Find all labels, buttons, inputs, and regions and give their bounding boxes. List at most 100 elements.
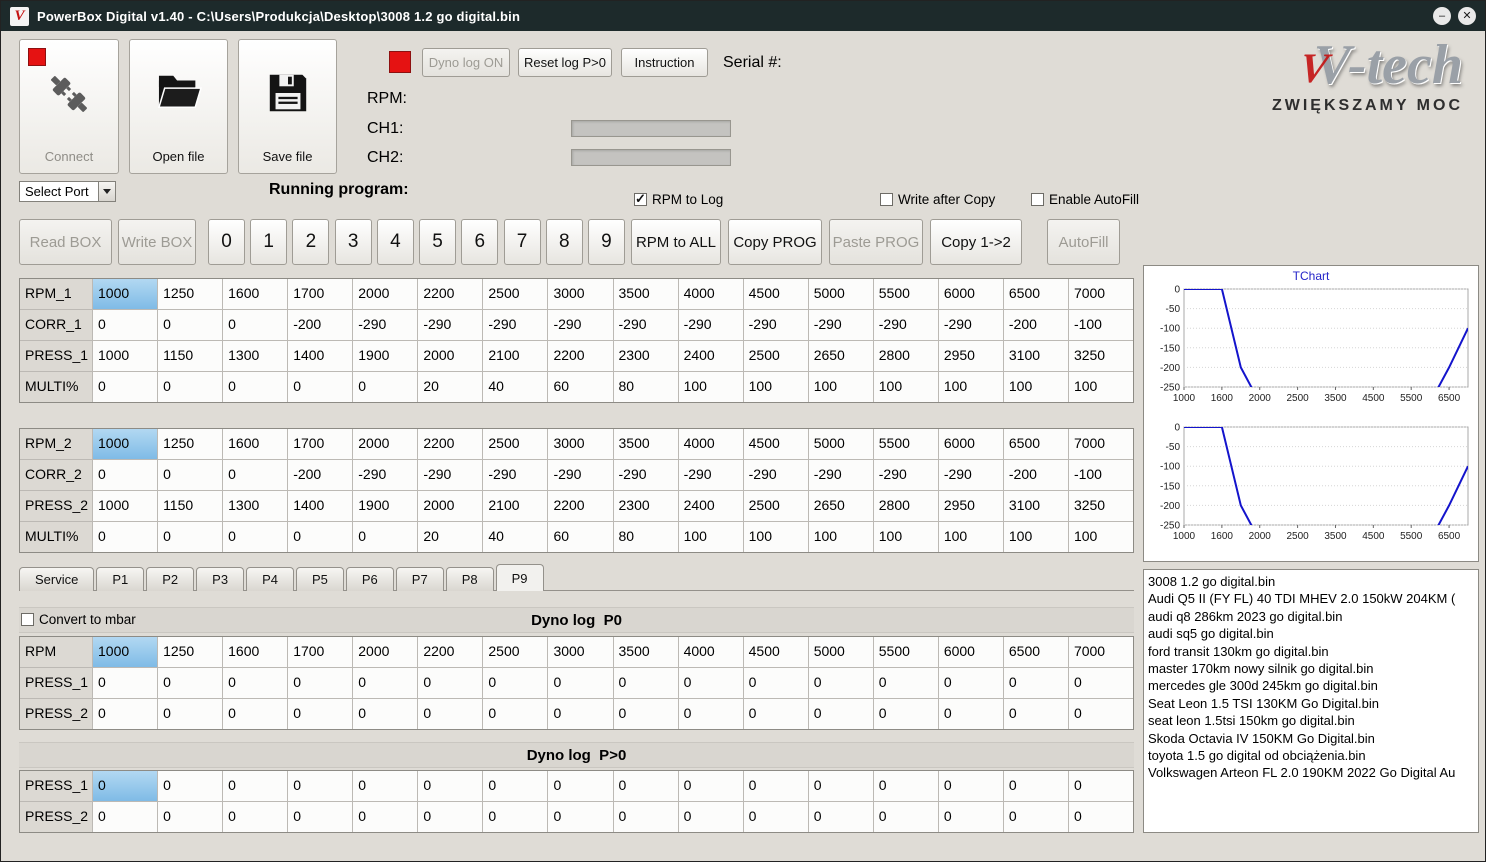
table-cell[interactable]: 100 bbox=[808, 372, 873, 402]
table-cell[interactable]: -290 bbox=[808, 310, 873, 340]
table-cell[interactable]: 3000 bbox=[548, 279, 613, 309]
table-cell[interactable]: -290 bbox=[483, 460, 548, 490]
table-cell[interactable]: 0 bbox=[93, 699, 158, 729]
table-cell[interactable]: 0 bbox=[353, 802, 418, 832]
table-cell[interactable]: 0 bbox=[678, 699, 743, 729]
table-cell[interactable]: 2300 bbox=[613, 341, 678, 371]
table-cell[interactable]: 0 bbox=[418, 771, 483, 801]
table-cell[interactable]: 0 bbox=[223, 771, 288, 801]
file-item[interactable]: ford transit 130km go digital.bin bbox=[1148, 643, 1474, 660]
table-cell[interactable]: 0 bbox=[158, 372, 223, 402]
table-cell[interactable]: 40 bbox=[483, 372, 548, 402]
table-cell[interactable]: 100 bbox=[938, 522, 1003, 552]
table-cell[interactable]: 4000 bbox=[678, 279, 743, 309]
digit-button-7[interactable]: 7 bbox=[503, 219, 541, 265]
table-cell[interactable]: 0 bbox=[548, 699, 613, 729]
table-cell[interactable]: 0 bbox=[418, 699, 483, 729]
table-cell[interactable]: 1600 bbox=[223, 429, 288, 459]
table-cell[interactable]: 2400 bbox=[678, 341, 743, 371]
table-cell[interactable]: 0 bbox=[808, 802, 873, 832]
copy-1-to-2-button[interactable]: Copy 1->2 bbox=[930, 219, 1022, 265]
instruction-button[interactable]: Instruction bbox=[621, 48, 708, 77]
table-cell[interactable]: 0 bbox=[1003, 771, 1068, 801]
table-cell[interactable]: -290 bbox=[613, 310, 678, 340]
table-cell[interactable]: 0 bbox=[288, 802, 353, 832]
table-cell[interactable]: 0 bbox=[93, 372, 158, 402]
table-cell[interactable]: 1000 bbox=[93, 429, 158, 459]
table-cell[interactable]: 1250 bbox=[158, 637, 223, 667]
dyno-log-on-button[interactable]: Dyno log ON bbox=[422, 48, 510, 77]
table-cell[interactable]: 0 bbox=[223, 802, 288, 832]
table-cell[interactable]: 2100 bbox=[483, 491, 548, 521]
table-cell[interactable]: -290 bbox=[418, 460, 483, 490]
table-cell[interactable]: 2200 bbox=[418, 279, 483, 309]
table-cell[interactable]: 2000 bbox=[353, 429, 418, 459]
table-cell[interactable]: 0 bbox=[678, 802, 743, 832]
table-cell[interactable]: 80 bbox=[613, 372, 678, 402]
table-cell[interactable]: 60 bbox=[548, 372, 613, 402]
table-cell[interactable]: 0 bbox=[223, 460, 288, 490]
table-cell[interactable]: 0 bbox=[1003, 699, 1068, 729]
table-cell[interactable]: 1300 bbox=[223, 491, 288, 521]
table-cell[interactable]: 0 bbox=[938, 699, 1003, 729]
table-cell[interactable]: 3250 bbox=[1068, 491, 1133, 521]
file-item[interactable]: mercedes gle 300d 245km go digital.bin bbox=[1148, 677, 1474, 694]
select-port-dropdown[interactable]: Select Port bbox=[19, 181, 116, 202]
table-cell[interactable]: 2500 bbox=[483, 279, 548, 309]
table-cell[interactable]: -290 bbox=[743, 460, 808, 490]
enable-autofill-checkbox[interactable]: Enable AutoFill bbox=[1031, 192, 1139, 207]
table-cell[interactable]: 1600 bbox=[223, 279, 288, 309]
table-cell[interactable]: 2500 bbox=[743, 491, 808, 521]
table-cell[interactable]: 3500 bbox=[613, 637, 678, 667]
table-cell[interactable]: -100 bbox=[1068, 460, 1133, 490]
table-cell[interactable]: 20 bbox=[418, 522, 483, 552]
table-cell[interactable]: 2000 bbox=[353, 279, 418, 309]
convert-to-mbar-checkbox-box[interactable] bbox=[21, 613, 34, 626]
connect-button[interactable]: Connect bbox=[19, 39, 119, 174]
table-cell[interactable]: 80 bbox=[613, 522, 678, 552]
table-cell[interactable]: 100 bbox=[873, 372, 938, 402]
table-cell[interactable]: 0 bbox=[288, 522, 353, 552]
table-cell[interactable]: 2650 bbox=[808, 341, 873, 371]
table-cell[interactable]: 0 bbox=[1003, 668, 1068, 698]
table-cell[interactable]: 0 bbox=[1068, 668, 1133, 698]
table-cell[interactable]: 100 bbox=[678, 522, 743, 552]
rpm-to-log-checkbox[interactable]: RPM to Log bbox=[634, 191, 723, 207]
table-cell[interactable]: 100 bbox=[808, 522, 873, 552]
digit-button-9[interactable]: 9 bbox=[587, 219, 625, 265]
table-cell[interactable]: 0 bbox=[548, 668, 613, 698]
table-cell[interactable]: 4000 bbox=[678, 637, 743, 667]
table-cell[interactable]: 0 bbox=[158, 668, 223, 698]
table-cell[interactable]: 4500 bbox=[743, 637, 808, 667]
table-cell[interactable]: 0 bbox=[223, 668, 288, 698]
table-cell[interactable]: 0 bbox=[743, 771, 808, 801]
digit-button-6[interactable]: 6 bbox=[461, 219, 499, 265]
table-cell[interactable]: 0 bbox=[1003, 802, 1068, 832]
table-cell[interactable]: 1250 bbox=[158, 429, 223, 459]
table-cell[interactable]: 4500 bbox=[743, 429, 808, 459]
tab-p4[interactable]: P4 bbox=[246, 567, 294, 591]
table-cell[interactable]: 6000 bbox=[938, 279, 1003, 309]
table-cell[interactable]: 0 bbox=[353, 372, 418, 402]
tab-p7[interactable]: P7 bbox=[395, 567, 444, 591]
copy-prog-button[interactable]: Copy PROG bbox=[728, 219, 822, 265]
file-item[interactable]: Audi Q5 II (FY FL) 40 TDI MHEV 2.0 150kW… bbox=[1148, 590, 1474, 607]
table-cell[interactable]: 0 bbox=[1068, 699, 1133, 729]
table-cell[interactable]: 2000 bbox=[418, 341, 483, 371]
table-cell[interactable]: -290 bbox=[613, 460, 678, 490]
tab-p5[interactable]: P5 bbox=[295, 567, 344, 591]
table-cell[interactable]: 0 bbox=[873, 802, 938, 832]
table-cell[interactable]: 0 bbox=[288, 372, 353, 402]
table-cell[interactable]: 100 bbox=[743, 372, 808, 402]
table-cell[interactable]: 0 bbox=[158, 310, 223, 340]
table-cell[interactable]: 0 bbox=[743, 802, 808, 832]
table-cell[interactable]: 2000 bbox=[353, 637, 418, 667]
table-cell[interactable]: 0 bbox=[808, 771, 873, 801]
table-cell[interactable]: 100 bbox=[1003, 372, 1068, 402]
table-cell[interactable]: -290 bbox=[548, 460, 613, 490]
table-cell[interactable]: -290 bbox=[678, 460, 743, 490]
table-cell[interactable]: -290 bbox=[678, 310, 743, 340]
save-file-button[interactable]: Save file bbox=[238, 39, 337, 174]
table-cell[interactable]: 100 bbox=[678, 372, 743, 402]
table-cell[interactable]: -200 bbox=[1003, 460, 1068, 490]
